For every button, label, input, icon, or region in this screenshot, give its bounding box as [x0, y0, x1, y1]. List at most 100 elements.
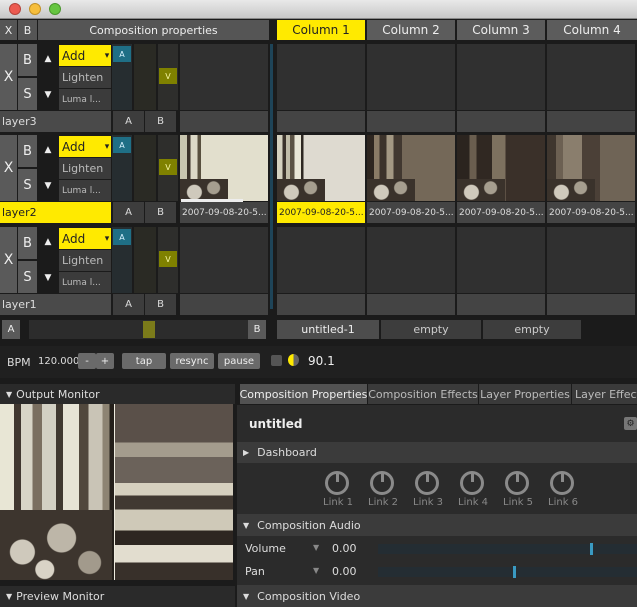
column-2-header[interactable]: Column 2 — [367, 20, 455, 40]
tab-composition-properties[interactable]: Composition Properties — [240, 384, 367, 404]
move-layer-up-icon[interactable]: ▲ — [39, 233, 57, 251]
move-layer-up-icon[interactable]: ▲ — [39, 50, 57, 68]
layer-clear-button[interactable]: X — [0, 44, 17, 110]
blend-mode-lighten[interactable]: Lighten — [59, 158, 111, 179]
composition-video-header[interactable]: ▼ Composition Video — [237, 585, 637, 607]
clip-slot[interactable] — [367, 227, 455, 293]
clip-name[interactable]: 2007-09-08-20-5... — [547, 202, 635, 223]
clip-name[interactable] — [367, 294, 455, 315]
layer-bypass-button[interactable]: B — [18, 227, 37, 259]
clip-slot[interactable] — [457, 44, 545, 110]
tab-layer-effects[interactable]: Layer Effect — [572, 384, 637, 404]
tap-button[interactable]: tap — [122, 353, 166, 369]
move-layer-down-icon[interactable]: ▼ — [39, 177, 57, 195]
clip-name[interactable]: 2007-09-08-20-5... — [277, 202, 365, 223]
layer-clear-button[interactable]: X — [0, 227, 17, 293]
blend-mode-lighten[interactable]: Lighten — [59, 250, 111, 271]
clip-slot[interactable] — [547, 135, 635, 201]
clip-slot[interactable] — [277, 227, 365, 293]
clip-slot[interactable] — [277, 44, 365, 110]
layer-a-button[interactable]: A — [113, 229, 131, 245]
clip-name[interactable] — [547, 111, 635, 132]
link-knob[interactable] — [550, 471, 574, 495]
layer-video-fader[interactable] — [134, 44, 156, 110]
composition-bypass-button[interactable]: B — [18, 20, 37, 40]
link-knob[interactable] — [415, 471, 439, 495]
volume-slider[interactable] — [378, 543, 637, 555]
clip-name[interactable] — [547, 294, 635, 315]
clip-name[interactable] — [180, 111, 268, 132]
layer-video-fader[interactable] — [134, 135, 156, 201]
column-3-header[interactable]: Column 3 — [457, 20, 545, 40]
output-monitor-header[interactable]: ▼ Output Monitor — [0, 384, 235, 404]
layer-crossfade-b-button[interactable]: B — [145, 202, 176, 223]
crossfader-handle[interactable] — [143, 321, 156, 338]
clip-slot[interactable] — [457, 227, 545, 293]
output-checkbox[interactable] — [271, 355, 282, 366]
clip-slot[interactable] — [547, 44, 635, 110]
blend-mode-add[interactable]: Add — [59, 136, 103, 157]
blend-mode-lighten[interactable]: Lighten — [59, 67, 111, 88]
move-layer-down-icon[interactable]: ▼ — [39, 86, 57, 104]
pan-menu-icon[interactable]: ▼ — [313, 566, 319, 575]
clip-slot[interactable] — [547, 227, 635, 293]
layer-v-button[interactable]: V — [159, 251, 177, 267]
clip-slot[interactable] — [367, 135, 455, 201]
layer-crossfade-a-button[interactable]: A — [113, 294, 144, 315]
resync-button[interactable]: resync — [170, 353, 214, 369]
clip-name[interactable] — [367, 111, 455, 132]
clip-slot[interactable] — [457, 135, 545, 201]
dashboard-section-header[interactable]: ▶ Dashboard — [237, 442, 637, 463]
clip-name[interactable]: 2007-09-08-20-5... — [367, 202, 455, 223]
layer-crossfade-a-button[interactable]: A — [113, 111, 144, 132]
clip-slot[interactable] — [180, 44, 268, 110]
clip-slot[interactable] — [367, 44, 455, 110]
bpm-increase-button[interactable]: + — [96, 353, 114, 369]
layer-crossfade-a-button[interactable]: A — [113, 202, 144, 223]
blend-menu-icon[interactable]: ▾ — [103, 45, 111, 66]
layer-name[interactable]: layer3 — [0, 111, 111, 132]
layer-bypass-button[interactable]: B — [18, 135, 37, 167]
tab-composition-effects[interactable]: Composition Effects — [368, 384, 478, 404]
layer-bypass-button[interactable]: B — [18, 44, 37, 76]
volume-slider-handle[interactable] — [590, 543, 594, 555]
layer-name[interactable]: layer1 — [0, 294, 111, 315]
layer-solo-button[interactable]: S — [18, 261, 37, 293]
composition-audio-header[interactable]: ▼ Composition Audio — [237, 514, 637, 536]
layer-v-button[interactable]: V — [159, 68, 177, 84]
layer-a-button[interactable]: A — [113, 137, 131, 153]
link-knob[interactable] — [370, 471, 394, 495]
blend-mode-add[interactable]: Add — [59, 45, 103, 66]
link-knob[interactable] — [505, 471, 529, 495]
tab-layer-properties[interactable]: Layer Properties — [479, 384, 571, 404]
clip-slot[interactable] — [180, 135, 268, 201]
composition-name[interactable]: untitled — [249, 417, 303, 431]
link-knob[interactable] — [460, 471, 484, 495]
deck-tab-untitled[interactable]: untitled-1 — [277, 320, 379, 339]
composition-properties-header[interactable]: Composition properties — [38, 20, 269, 40]
crossfader-track[interactable] — [29, 320, 248, 339]
blend-mode-luma[interactable]: Luma l... — [59, 180, 111, 201]
move-layer-up-icon[interactable]: ▲ — [39, 141, 57, 159]
pan-slider[interactable] — [378, 566, 637, 578]
clip-name[interactable]: 2007-09-08-20-5... — [180, 202, 268, 223]
column-4-header[interactable]: Column 4 — [547, 20, 637, 40]
layer-v-button[interactable]: V — [159, 159, 177, 175]
clip-name[interactable] — [277, 111, 365, 132]
deck-tab-empty-2[interactable]: empty — [483, 320, 581, 339]
layer-crossfade-b-button[interactable]: B — [145, 294, 176, 315]
layer-solo-button[interactable]: S — [18, 169, 37, 201]
layer-name[interactable]: layer2 — [0, 202, 111, 223]
zoom-window-button[interactable] — [49, 3, 61, 15]
clip-name[interactable] — [277, 294, 365, 315]
minimize-window-button[interactable] — [29, 3, 41, 15]
bpm-decrease-button[interactable]: - — [78, 353, 96, 369]
clip-name[interactable] — [457, 111, 545, 132]
close-window-button[interactable] — [9, 3, 21, 15]
clip-slot[interactable] — [180, 227, 268, 293]
bpm-value[interactable]: 120.000 — [38, 356, 79, 367]
blend-mode-luma[interactable]: Luma l... — [59, 89, 111, 110]
volume-value[interactable]: 0.00 — [332, 542, 357, 555]
layer-crossfade-b-button[interactable]: B — [145, 111, 176, 132]
volume-menu-icon[interactable]: ▼ — [313, 543, 319, 552]
